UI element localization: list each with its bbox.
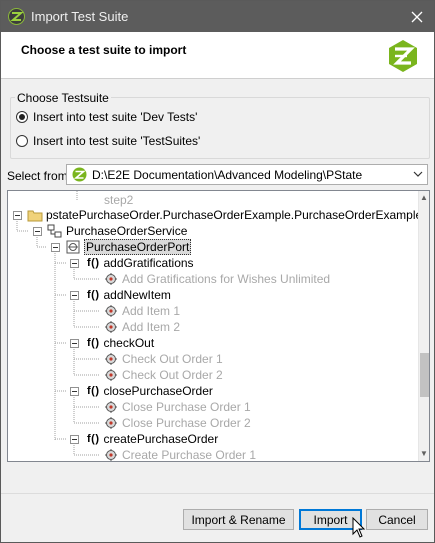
test-label: Add Gratifications for Wishes Unlimited	[122, 272, 331, 286]
test-case-icon	[104, 368, 122, 382]
testsuite-groupbox	[10, 97, 430, 159]
tree-port-label: PurchaseOrderPort	[84, 239, 192, 255]
tree-item-step2[interactable]: step2	[104, 192, 133, 208]
tree-root-label: pstatePurchaseOrder.PurchaseOrderExample…	[46, 208, 423, 222]
test-case-icon	[104, 416, 122, 430]
testsuite-group-label: Choose Testsuite	[15, 91, 111, 105]
import-rename-button[interactable]: Import & Rename	[183, 509, 294, 530]
collapse-op-toggle[interactable]	[70, 259, 79, 268]
radio-button-checked[interactable]	[16, 111, 28, 123]
tree-item-test[interactable]: Check Out Order 1	[104, 351, 223, 367]
test-case-icon	[104, 304, 122, 318]
select-from-label: Select from	[7, 169, 68, 183]
tree-item-test[interactable]: Check Out Order 2	[104, 367, 223, 383]
collapse-op-toggle[interactable]	[70, 387, 79, 396]
collapse-op-toggle[interactable]	[70, 435, 79, 444]
function-icon: f()	[87, 257, 100, 269]
dialog-header: Choose a test suite to import	[1, 32, 434, 79]
function-icon: f()	[87, 385, 100, 397]
scrollbar-thumb[interactable]	[420, 353, 429, 397]
footer-separator	[1, 493, 434, 494]
window-title: Import Test Suite	[31, 9, 129, 24]
tree-scrollbar[interactable]: ▲ ▼	[418, 191, 429, 461]
mouse-cursor-icon	[352, 517, 366, 538]
folder-icon	[27, 210, 43, 221]
close-button[interactable]	[399, 1, 434, 32]
collapse-port-toggle[interactable]	[51, 243, 60, 252]
tree-item-operation[interactable]: f() addNewItem	[87, 287, 171, 303]
operation-label: closePurchaseOrder	[103, 384, 213, 398]
test-suite-tree[interactable]: step2 pstatePurchaseOrder.PurchaseOrderE…	[7, 190, 430, 462]
import-test-suite-dialog: Import Test Suite Choose a test suite to…	[0, 0, 435, 543]
collapse-service-toggle[interactable]	[33, 227, 42, 236]
tree-item-test[interactable]: Add Item 1	[104, 303, 180, 319]
radio-dev-tests-label: Insert into test suite 'Dev Tests'	[33, 110, 198, 124]
test-label: Create Purchase Order 1	[122, 448, 257, 462]
function-icon: f()	[87, 337, 100, 349]
tree-item-test[interactable]: Close Purchase Order 1	[104, 399, 251, 415]
scroll-down-icon[interactable]: ▼	[420, 449, 428, 458]
tree-item-test[interactable]: Add Item 2	[104, 319, 180, 335]
e2e-logo-icon	[389, 40, 417, 72]
collapse-op-toggle[interactable]	[70, 339, 79, 348]
test-case-icon	[104, 448, 122, 461]
tree-item-port[interactable]: PurchaseOrderPort	[66, 239, 192, 255]
app-icon	[8, 8, 25, 25]
operation-label: checkOut	[103, 336, 155, 350]
test-label: Add Item 1	[122, 304, 181, 318]
tree-item-test[interactable]: Create Purchase Order 1	[104, 447, 257, 462]
operation-label: createPurchaseOrder	[103, 432, 219, 446]
test-label: Check Out Order 2	[122, 368, 223, 382]
cancel-button[interactable]: Cancel	[366, 509, 428, 530]
tree-item-service[interactable]: PurchaseOrderService	[47, 223, 187, 239]
test-case-icon	[104, 400, 122, 414]
test-case-icon	[104, 352, 122, 366]
tree-item-operation[interactable]: f() closePurchaseOrder	[87, 383, 213, 399]
test-case-icon	[104, 320, 122, 334]
radio-dev-tests[interactable]: Insert into test suite 'Dev Tests'	[16, 110, 197, 124]
test-label: Check Out Order 1	[122, 352, 223, 366]
function-icon: f()	[87, 433, 100, 445]
chevron-down-icon	[413, 171, 423, 177]
scroll-up-icon[interactable]: ▲	[420, 193, 428, 202]
e2e-project-icon	[72, 167, 87, 182]
source-dropdown-value: D:\E2E Documentation\Advanced Modeling\P…	[92, 167, 363, 182]
port-icon	[66, 240, 80, 254]
source-dropdown[interactable]: D:\E2E Documentation\Advanced Modeling\P…	[66, 164, 428, 185]
test-label: Add Item 2	[122, 320, 181, 334]
test-case-icon	[104, 272, 122, 286]
radio-testsuites-label: Insert into test suite 'TestSuites'	[33, 134, 201, 148]
function-icon: f()	[87, 289, 100, 301]
tree-item-test[interactable]: Close Purchase Order 2	[104, 415, 251, 431]
tree-item-operation[interactable]: f() addGratifications	[87, 255, 194, 271]
test-label: Close Purchase Order 2	[122, 416, 251, 430]
test-label: Close Purchase Order 1	[122, 400, 251, 414]
tree-item-operation[interactable]: f() createPurchaseOrder	[87, 431, 218, 447]
service-icon	[47, 224, 62, 238]
tree-item-test[interactable]: Add Gratifications for Wishes Unlimited	[104, 271, 330, 287]
dialog-heading: Choose a test suite to import	[21, 43, 187, 57]
operation-label: addGratifications	[103, 256, 194, 270]
operation-label: addNewItem	[103, 288, 171, 302]
tree-item-operation[interactable]: f() checkOut	[87, 335, 154, 351]
title-bar: Import Test Suite	[1, 1, 434, 32]
radio-button[interactable]	[16, 135, 28, 147]
close-icon	[411, 11, 422, 22]
tree-item-root[interactable]: pstatePurchaseOrder.PurchaseOrderExample…	[27, 207, 422, 223]
radio-testsuites[interactable]: Insert into test suite 'TestSuites'	[16, 134, 200, 148]
tree-service-label: PurchaseOrderService	[66, 224, 188, 238]
tree-item-step2-label: step2	[104, 193, 134, 207]
collapse-op-toggle[interactable]	[70, 291, 79, 300]
collapse-root-toggle[interactable]	[13, 211, 22, 220]
